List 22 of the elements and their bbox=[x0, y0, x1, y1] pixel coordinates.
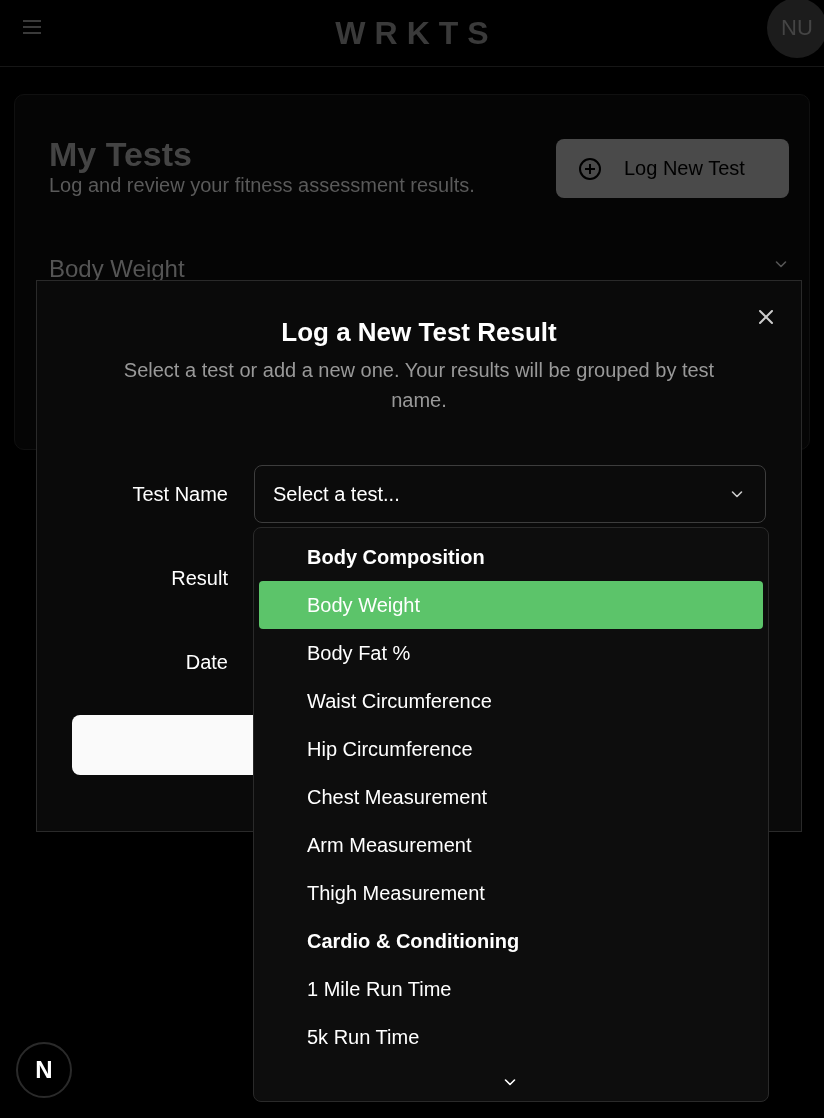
dev-badge[interactable]: N bbox=[16, 1042, 72, 1098]
select-option[interactable]: Hip Circumference bbox=[259, 725, 763, 773]
select-option[interactable]: Body Fat % bbox=[259, 629, 763, 677]
test-select[interactable]: Select a test... bbox=[254, 465, 766, 523]
field-label: Result bbox=[170, 566, 228, 590]
plus-circle-icon bbox=[578, 156, 602, 181]
page-subtitle: Log and review your fitness assessment results. bbox=[49, 173, 475, 197]
app-logo: WRKTS bbox=[334, 14, 498, 52]
select-option[interactable]: 5k Run Time bbox=[259, 1013, 763, 1061]
dialog-description: Select a test or add a new one. Your results will be grouped by test name. bbox=[122, 358, 716, 413]
option-group-label: Body Composition bbox=[306, 545, 486, 570]
select-option[interactable]: Chest Measurement bbox=[259, 773, 763, 821]
select-option[interactable]: Waist Circumference bbox=[259, 677, 763, 725]
field-label: Date bbox=[184, 650, 228, 674]
option-group-label: Cardio & Conditioning bbox=[306, 929, 521, 954]
dialog-title: Log a New Test Result bbox=[280, 317, 558, 347]
select-option[interactable]: 1 Mile Run Time bbox=[259, 965, 763, 1013]
field-label: Test Name bbox=[131, 482, 228, 506]
close-icon[interactable] bbox=[757, 308, 775, 326]
select-option[interactable]: Thigh Measurement bbox=[259, 869, 763, 917]
page-title: My Tests bbox=[49, 135, 193, 173]
select-option[interactable]: Arm Measurement bbox=[259, 821, 763, 869]
